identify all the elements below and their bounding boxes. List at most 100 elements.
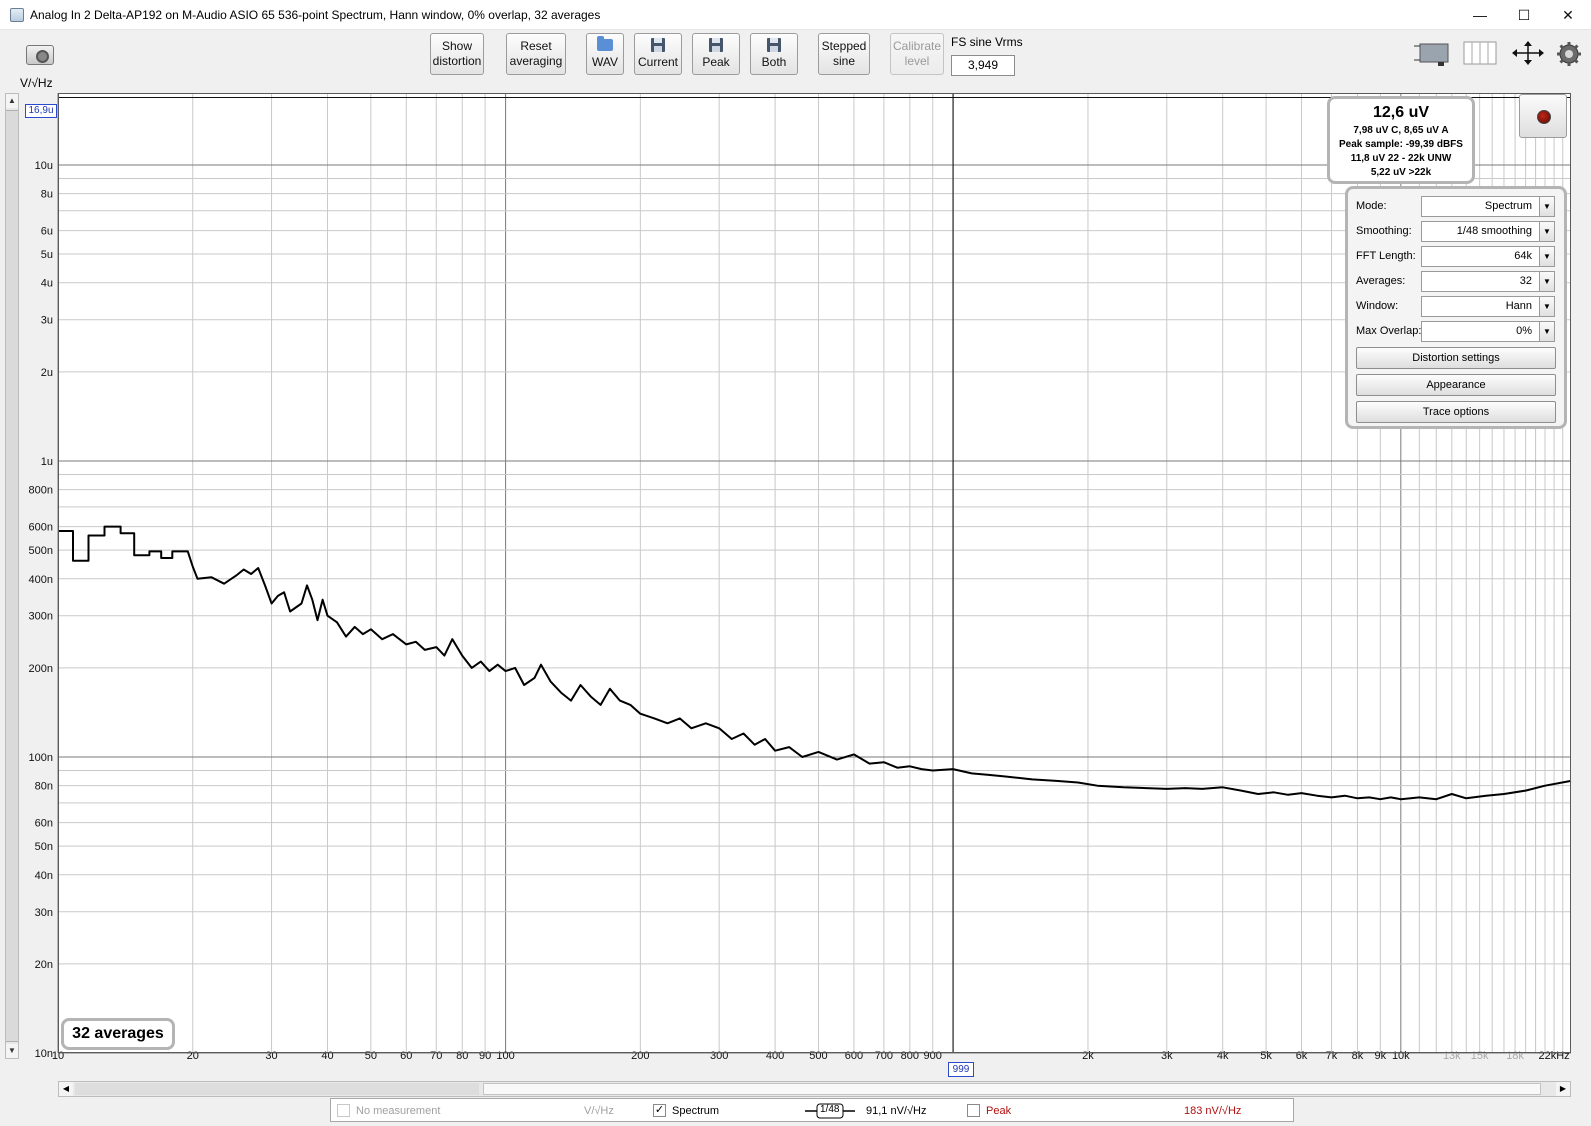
y-unit-label: V/√Hz — [20, 76, 53, 90]
app-icon — [10, 8, 24, 22]
x-tick-label: 300 — [710, 1050, 728, 1062]
y-tick-label: 100n — [29, 752, 53, 764]
save-current-button[interactable]: Current — [634, 33, 682, 75]
x-tick-label: 900 — [924, 1050, 942, 1062]
x-tick-label: 70 — [430, 1050, 442, 1062]
spectrum-label: Spectrum — [672, 1105, 720, 1117]
no-measurement-label: No measurement — [356, 1105, 441, 1117]
spectrum-checkbox[interactable]: ✓ — [653, 1104, 666, 1117]
fft-length-label: FFT Length: — [1356, 250, 1416, 262]
x-tick-label: 40 — [321, 1050, 333, 1062]
window-row: Window: Hann ▼ — [1356, 296, 1560, 318]
x-tick-label: 22kHz — [1538, 1050, 1569, 1062]
mode-label: Mode: — [1356, 200, 1387, 212]
x-tick-label: 5k — [1260, 1050, 1272, 1062]
x-tick-label: 3k — [1161, 1050, 1173, 1062]
y-tick-label: 5u — [41, 249, 53, 261]
level-readout-box: 12,6 uV 7,98 uV C, 8,65 uV A Peak sample… — [1327, 96, 1475, 184]
y-tick-label: 200n — [29, 663, 53, 675]
window-select[interactable]: Hann ▼ — [1421, 296, 1555, 317]
fft-length-select[interactable]: 64k ▼ — [1421, 246, 1555, 267]
chevron-down-icon[interactable]: ▼ — [1539, 322, 1554, 341]
maximize-button[interactable]: ☐ — [1502, 0, 1546, 30]
averages-select[interactable]: 32 ▼ — [1421, 271, 1555, 292]
x-tick-label: 600 — [845, 1050, 863, 1062]
graph-layout-icon[interactable] — [1412, 40, 1452, 66]
y-tick-label: 8u — [41, 189, 53, 201]
trace-options-button[interactable]: Trace options — [1356, 401, 1556, 423]
chevron-down-icon[interactable]: ▼ — [1539, 247, 1554, 266]
horizontal-scroll-thumb[interactable] — [483, 1083, 1541, 1095]
horizontal-scroll-track[interactable] — [75, 1083, 479, 1095]
reset-averaging-button[interactable]: Reset averaging — [506, 33, 566, 75]
peak-label: Peak — [986, 1105, 1012, 1117]
y-tick-label: 300n — [29, 611, 53, 623]
horizontal-scrollbar[interactable]: ◀ ▶ — [58, 1081, 1571, 1097]
minimize-button[interactable]: — — [1458, 0, 1502, 30]
y-tick-label: 30n — [35, 907, 53, 919]
x-tick-label: 50 — [365, 1050, 377, 1062]
peak-value: 183 nV/√Hz — [1184, 1105, 1242, 1117]
x-cursor-marker[interactable]: 999 — [948, 1062, 974, 1077]
mode-select[interactable]: Spectrum ▼ — [1421, 196, 1555, 217]
trace-legend: No measurement V/√Hz ✓ Spectrum 1/48 91,… — [330, 1098, 1294, 1122]
smoothing-select[interactable]: 1/48 smoothing ▼ — [1421, 221, 1555, 242]
save-icon — [767, 38, 781, 52]
max-overlap-select[interactable]: 0% ▼ — [1421, 321, 1555, 342]
peak-checkbox[interactable] — [967, 1104, 980, 1117]
level-readout-weighted: 7,98 uV C, 8,65 uV A — [1353, 125, 1449, 136]
save-peak-button[interactable]: Peak — [692, 33, 740, 75]
gear-icon[interactable] — [1556, 41, 1582, 67]
x-tick-label: 200 — [631, 1050, 649, 1062]
y-tick-label: 40n — [35, 870, 53, 882]
wav-button[interactable]: WAV — [586, 33, 624, 75]
x-tick-label: 30 — [265, 1050, 277, 1062]
x-tick-label: 6k — [1296, 1050, 1308, 1062]
record-button[interactable] — [1519, 94, 1567, 138]
x-tick-label: 15k — [1471, 1050, 1489, 1062]
x-tick-label: 100 — [496, 1050, 514, 1062]
stepped-sine-button[interactable]: Stepped sine — [818, 33, 870, 75]
distortion-settings-button[interactable]: Distortion settings — [1356, 347, 1556, 369]
y-tick-label: 10n — [35, 1048, 53, 1060]
x-tick-label: 60 — [400, 1050, 412, 1062]
y-tick-label: 800n — [29, 485, 53, 497]
y-cursor-marker[interactable]: 16,9u — [25, 104, 57, 118]
chevron-down-icon[interactable]: ▼ — [1539, 297, 1554, 316]
calibrate-level-button[interactable]: Calibrate level — [890, 33, 944, 75]
fs-sine-input[interactable]: 3,949 — [951, 55, 1015, 76]
columns-icon[interactable] — [1462, 40, 1498, 66]
y-tick-labels: 10u 8u 6u 5u 4u 3u 2u 1u 800n 600n 500n 400n 300n 200… — [29, 160, 53, 1060]
title-bar: Analog In 2 Delta-AP192 on M-Audio ASIO … — [0, 0, 1591, 30]
show-distortion-button[interactable]: Show distortion — [430, 33, 484, 75]
close-button[interactable]: ✕ — [1546, 0, 1590, 30]
scroll-right-icon[interactable]: ▶ — [1556, 1082, 1570, 1096]
scroll-left-icon[interactable]: ◀ — [59, 1082, 73, 1096]
save-both-button[interactable]: Both — [750, 33, 798, 75]
y-tick-label: 10u — [35, 160, 53, 172]
save-icon — [651, 38, 665, 52]
x-tick-label: 400 — [766, 1050, 784, 1062]
spectrum-smoothing-badge: 1/48 — [820, 1104, 840, 1115]
window-label: Window: — [1356, 300, 1399, 312]
y-tick-label: 400n — [29, 574, 53, 586]
move-arrows-icon[interactable] — [1510, 40, 1546, 66]
level-readout-unweighted: 11,8 uV 22 - 22k UNW — [1350, 153, 1452, 164]
chevron-down-icon[interactable]: ▼ — [1539, 272, 1554, 291]
camera-icon[interactable] — [26, 45, 54, 65]
level-readout-above-22k: 5,22 uV >22k — [1370, 167, 1432, 178]
y-tick-label: 2u — [41, 367, 53, 379]
chevron-down-icon[interactable]: ▼ — [1539, 197, 1554, 216]
x-tick-label: 13k — [1443, 1050, 1461, 1062]
no-measurement-unit: V/√Hz — [584, 1105, 614, 1117]
chevron-down-icon[interactable]: ▼ — [1539, 222, 1554, 241]
x-tick-label: 700 — [875, 1050, 893, 1062]
y-tick-label: 600n — [29, 522, 53, 534]
x-tick-label: 90 — [479, 1050, 491, 1062]
appearance-button[interactable]: Appearance — [1356, 374, 1556, 396]
no-measurement-checkbox[interactable] — [337, 1104, 350, 1117]
max-overlap-label: Max Overlap: — [1356, 325, 1422, 337]
controls-panel: Mode: Spectrum ▼ Smoothing: 1/48 smoothin… — [1345, 186, 1567, 429]
x-tick-label: 20 — [187, 1050, 199, 1062]
smoothing-row: Smoothing: 1/48 smoothing ▼ — [1356, 221, 1560, 243]
